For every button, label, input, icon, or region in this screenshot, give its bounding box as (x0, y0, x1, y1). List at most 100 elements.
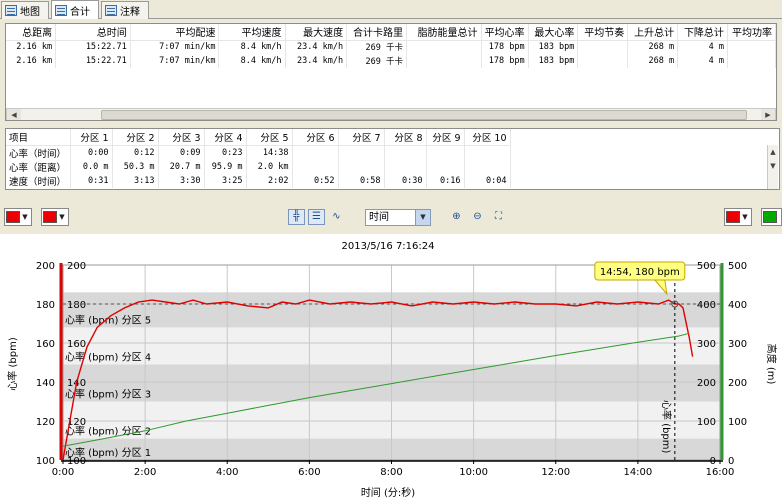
y-left-inner-tick-label: 100 (67, 456, 86, 467)
summary-table: 总距离 总时间 平均配速 平均速度 最大速度 合计卡路里 脂肪能量总计 平均心率… (5, 23, 777, 121)
zone-header-row: 项目 分区 1 分区 2 分区 3 分区 4 分区 5 分区 6 分区 7 分区… (6, 129, 511, 146)
zone-cell: 2:02 (246, 173, 293, 188)
zone-header-cell[interactable]: 分区 3 (158, 129, 205, 146)
table-row[interactable]: 速度（时间） 0:31 3:13 3:30 3:25 2:02 0:52 0:5… (6, 173, 511, 188)
tab-notes-label: 注释 (120, 7, 140, 18)
zone-header-cell[interactable]: 分区 9 (426, 129, 465, 146)
color-swatch (43, 211, 57, 223)
x-tick-label: 14:00 (623, 467, 652, 478)
summary-cell: 183 bpm (528, 40, 579, 54)
tab-summary[interactable]: 合计 (51, 0, 99, 19)
summary-cell: 183 bpm (528, 54, 579, 68)
fit-view-button[interactable]: ⛶ (490, 209, 507, 225)
zone-cell (338, 159, 385, 174)
zone-header-cell[interactable]: 分区 5 (246, 129, 293, 146)
scrollbar-thumb[interactable] (101, 110, 747, 120)
zone-cell: 0:16 (426, 173, 465, 188)
chart-toolbar: ▼ ▼ ╬ ☰ ∿ 时间 ▼ ⊕ ⊖ ⛶ ▼ (0, 204, 782, 230)
zone-header-cell[interactable]: 项目 (6, 129, 71, 146)
left-series-color-picker-1[interactable]: ▼ (4, 208, 32, 226)
stacked-view-button[interactable]: ☰ (308, 209, 325, 225)
zone-header-cell[interactable]: 分区 7 (338, 129, 385, 146)
summary-header-cell[interactable]: 脂肪能量总计 (406, 24, 482, 41)
left-series-color-picker-2[interactable]: ▼ (41, 208, 69, 226)
y-left-tick-label: 160 (36, 339, 55, 350)
summary-cell: 178 bpm (481, 40, 529, 54)
y-axis-left-label: 心率 (bpm) (6, 337, 19, 391)
zone-cell (384, 159, 427, 174)
zone-header-cell[interactable]: 分区 2 (112, 129, 159, 146)
summary-cell: 269 千卡 (346, 54, 407, 68)
summary-cell: 7:07 min/km (130, 54, 220, 68)
summary-cell: 2.16 km (6, 40, 57, 54)
horizontal-scrollbar[interactable]: ◀ ▶ (6, 108, 776, 120)
summary-cell: 23.4 km/h (285, 54, 348, 68)
table-row[interactable]: 心率（时间） 0:00 0:12 0:09 0:23 14:38 (6, 145, 511, 160)
cursor-axis-label: 心率 (bpm) (660, 400, 673, 454)
summary-header-cell[interactable]: 最大速度 (285, 24, 348, 41)
summary-header-cell[interactable]: 合计卡路里 (346, 24, 407, 41)
summary-header-cell[interactable]: 平均心率 (481, 24, 529, 41)
zone-cell: 0.0 m (70, 159, 113, 174)
scroll-up-icon[interactable]: ▲ (768, 145, 778, 159)
zone-cell: 0:30 (384, 173, 427, 188)
summary-header-cell[interactable]: 平均节奏 (577, 24, 629, 41)
zone-header-cell[interactable]: 分区 8 (384, 129, 427, 146)
zone-label: 心率 (bpm) 分区 3 (65, 388, 151, 401)
zone-table: 项目 分区 1 分区 2 分区 3 分区 4 分区 5 分区 6 分区 7 分区… (5, 128, 780, 190)
tab-notes[interactable]: 注释 (101, 1, 149, 19)
crosshair-toggle-button[interactable]: ╬ (288, 209, 305, 225)
summary-cell (577, 54, 629, 68)
crosshair-icon: ╬ (293, 211, 300, 222)
summary-cell (406, 54, 482, 68)
tab-summary-label: 合计 (70, 6, 90, 18)
table-row[interactable]: 2.16 km 15:22.71 7:07 min/km 8.4 km/h 23… (6, 40, 776, 54)
smooth-line-button[interactable]: ∿ (328, 209, 345, 225)
y-left-inner-tick-label: 160 (67, 339, 86, 350)
table-row[interactable]: 2.16 km 15:22.71 7:07 min/km 8.4 km/h 23… (6, 54, 776, 68)
right-series-color-picker-1[interactable]: ▼ (724, 208, 752, 226)
zone-header-cell[interactable]: 分区 10 (464, 129, 511, 146)
tooltip-pointer (653, 279, 668, 296)
table-row[interactable]: 心率（距离） 0.0 m 50.3 m 20.7 m 95.9 m 2.0 km (6, 159, 511, 174)
summary-cell (577, 40, 629, 54)
summary-header-row: 总距离 总时间 平均配速 平均速度 最大速度 合计卡路里 脂肪能量总计 平均心率… (6, 24, 776, 41)
zone-cell: 3:30 (158, 173, 205, 188)
summary-header-cell[interactable]: 下降总计 (677, 24, 728, 41)
summary-header-cell[interactable]: 总距离 (6, 24, 57, 41)
zoom-in-button[interactable]: ⊕ (448, 209, 465, 225)
zone-header-cell[interactable]: 分区 4 (204, 129, 247, 146)
zone-cell (292, 159, 339, 174)
summary-cell: 268 m (627, 54, 679, 68)
y-right-inner-tick-label: 300 (697, 339, 716, 350)
notes-icon (105, 5, 117, 16)
zoom-out-button[interactable]: ⊖ (469, 209, 486, 225)
zone-row-label: 心率（时间） (6, 145, 71, 160)
vertical-scrollbar[interactable]: ▲ ▼ (767, 145, 778, 189)
zone-cell: 0:58 (338, 173, 385, 188)
scroll-down-icon[interactable]: ▼ (768, 159, 778, 173)
tab-map[interactable]: 地图 (1, 1, 49, 19)
y-axis-right-label: 高度 (m) (765, 344, 778, 385)
zone-header-cell[interactable]: 分区 1 (70, 129, 113, 146)
zone-header-cell[interactable]: 分区 6 (292, 129, 339, 146)
chart-canvas[interactable]: 2013/5/16 7:16:24 时间 (分:秒) 心率 (bpm) 高度 (… (0, 234, 782, 502)
x-tick-label: 0:00 (52, 467, 74, 478)
zone-cell (292, 145, 339, 160)
x-tick-label: 2:00 (134, 467, 156, 478)
heart-rate-chart[interactable]: 2013/5/16 7:16:24 时间 (分:秒) 心率 (bpm) 高度 (… (0, 234, 782, 502)
scroll-left-icon[interactable]: ◀ (7, 109, 21, 120)
summary-header-cell[interactable]: 上升总计 (627, 24, 679, 41)
summary-header-cell[interactable]: 总时间 (55, 24, 131, 41)
summary-cell: 15:22.71 (55, 54, 131, 68)
summary-cell: 7:07 min/km (130, 40, 220, 54)
summary-header-cell[interactable]: 最大心率 (528, 24, 579, 41)
zone-cell (384, 145, 427, 160)
summary-header-cell[interactable]: 平均功率 (727, 24, 776, 41)
zone-cell (338, 145, 385, 160)
right-series-color-picker-2[interactable] (761, 208, 782, 226)
x-axis-unit-select[interactable]: 时间 ▼ (365, 209, 431, 226)
summary-header-cell[interactable]: 平均配速 (130, 24, 220, 41)
summary-header-cell[interactable]: 平均速度 (218, 24, 286, 41)
scroll-right-icon[interactable]: ▶ (761, 109, 775, 120)
